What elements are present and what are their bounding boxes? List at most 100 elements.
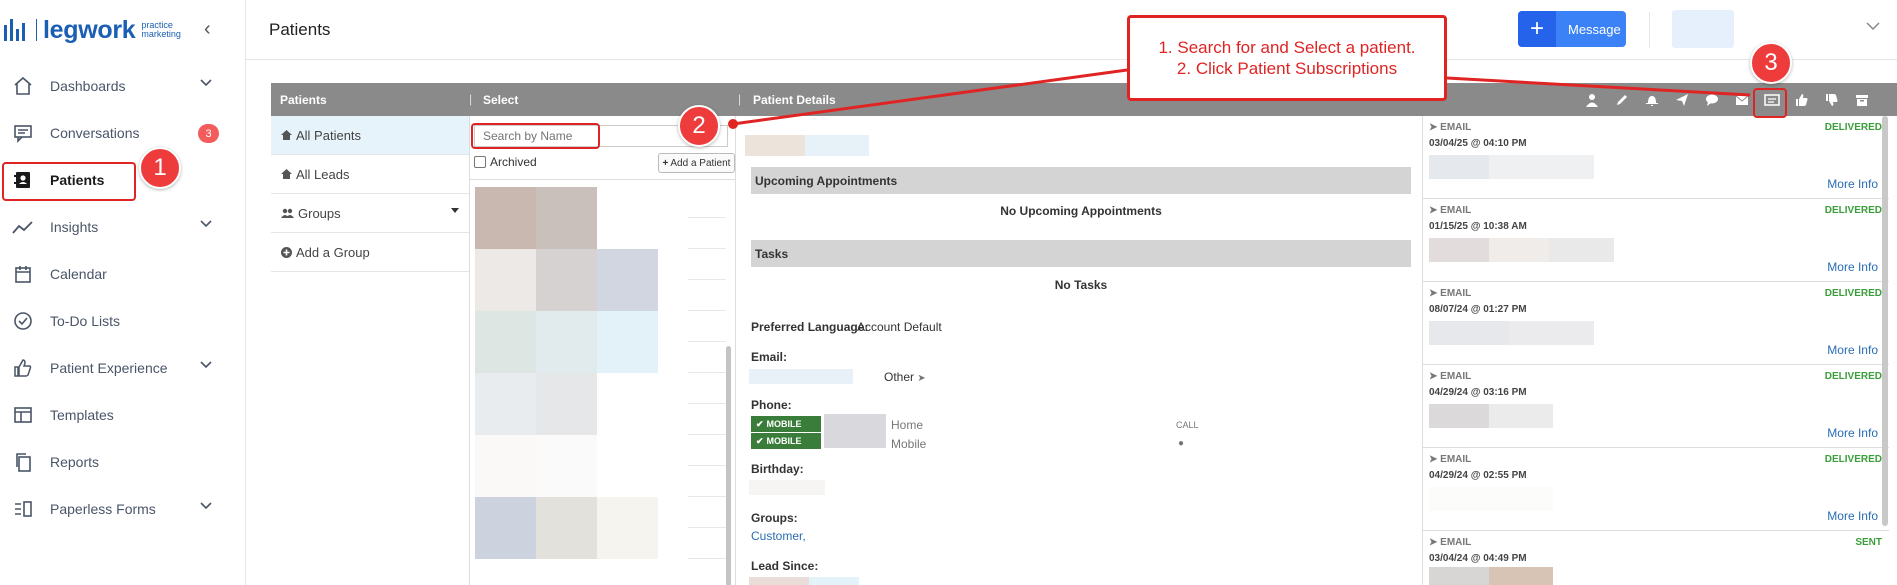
mobile-tag-label: MOBILE	[766, 436, 802, 446]
archived-filter[interactable]: Archived	[474, 155, 537, 169]
envelope-icon[interactable]	[1731, 91, 1753, 109]
sidebar-item-todo-lists[interactable]: To-Do Lists	[0, 297, 246, 344]
lead-since-redacted	[749, 577, 859, 585]
status-badge: DELIVERED	[1824, 205, 1882, 216]
header-pipe: |	[738, 92, 742, 106]
sidebar-item-label: Insights	[50, 218, 99, 235]
archived-checkbox[interactable]	[474, 156, 486, 168]
email-type: ➤ EMAIL	[1429, 454, 1472, 465]
filter-groups[interactable]: Groups	[271, 194, 469, 233]
sidebar-item-templates[interactable]: Templates	[0, 391, 246, 438]
calendar-icon	[12, 263, 34, 285]
email-type: ➤ EMAIL	[1429, 371, 1472, 382]
status-badge: DELIVERED	[1824, 454, 1882, 465]
thumbs-up-icon[interactable]	[1791, 91, 1813, 109]
timestamp: 08/07/24 @ 01:27 PM	[1429, 304, 1527, 315]
chat-icon	[12, 122, 34, 144]
logo-wordmark: legwork	[43, 15, 136, 44]
add-patient-button[interactable]: + Add a Patient	[658, 153, 735, 173]
email-type[interactable]: Other ➤	[884, 370, 926, 384]
sidebar-item-label: Calendar	[50, 265, 107, 282]
sidebar-item-paperless-forms[interactable]: Paperless Forms	[0, 485, 246, 532]
home-icon	[12, 75, 34, 97]
pencil-icon[interactable]	[1611, 91, 1633, 109]
list-item: ➤ EMAIL SENT 03/04/24 @ 04:49 PM	[1423, 531, 1889, 585]
sms-comment-icon[interactable]: ●	[1178, 438, 1184, 449]
timestamp: 04/29/24 @ 03:16 PM	[1429, 387, 1527, 398]
sidebar-item-label: Paperless Forms	[50, 500, 156, 517]
annotation-marker-1: 1	[139, 147, 181, 189]
instruction-callout: 1. Search for and Select a patient. 2. C…	[1127, 15, 1447, 101]
filter-all-leads[interactable]: All Leads	[271, 155, 469, 194]
filter-all-patients[interactable]: All Patients	[271, 116, 469, 155]
logo-divider	[36, 19, 37, 41]
timestamp: 01/15/25 @ 10:38 AM	[1429, 221, 1527, 232]
list-item[interactable]	[475, 311, 691, 373]
email-type-label: EMAIL	[1440, 288, 1472, 299]
sidebar-item-conversations[interactable]: Conversations 3	[0, 109, 246, 156]
sidebar-item-calendar[interactable]: Calendar	[0, 250, 246, 297]
patient-select-column: Archived + Add a Patient	[470, 116, 736, 585]
status-badge: DELIVERED	[1824, 371, 1882, 382]
no-tasks-text: No Tasks	[1054, 278, 1108, 292]
legwork-logo[interactable]: legwork practice marketing	[4, 12, 181, 48]
list-item: ➤ EMAIL DELIVERED 01/15/25 @ 10:38 AM Mo…	[1423, 199, 1889, 282]
unread-count-badge: 3	[198, 124, 219, 143]
tasks-heading: Tasks	[751, 240, 1411, 267]
annotation-marker-2: 2	[678, 105, 720, 147]
list-item[interactable]	[475, 187, 691, 249]
log-scrollbar[interactable]	[1882, 116, 1888, 526]
annotation-highlight-patients	[2, 162, 136, 201]
subject-redacted	[1429, 155, 1594, 179]
list-item[interactable]	[475, 497, 691, 559]
send-icon[interactable]	[1671, 91, 1693, 109]
sidebar-item-label: Reports	[50, 453, 100, 470]
more-info-link[interactable]: More Info	[1827, 260, 1878, 274]
more-info-link[interactable]: More Info	[1827, 177, 1878, 191]
plus-circle-icon	[281, 246, 292, 258]
more-info-link[interactable]: More Info	[1827, 343, 1878, 357]
callout-line-1: 1. Search for and Select a patient.	[1158, 38, 1416, 57]
list-item: ➤ EMAIL DELIVERED 03/04/25 @ 04:10 PM Mo…	[1423, 116, 1889, 199]
sidebar-item-dashboards[interactable]: Dashboards	[0, 62, 246, 109]
sidebar-item-patient-experience[interactable]: Patient Experience	[0, 344, 246, 391]
home-icon	[281, 169, 292, 179]
list-scrollbar[interactable]	[726, 346, 731, 585]
upcoming-appointments-heading: Upcoming Appointments	[751, 167, 1411, 194]
bell-icon[interactable]	[1641, 91, 1663, 109]
sidebar-item-insights[interactable]: Insights	[0, 203, 246, 250]
subject-redacted	[1429, 238, 1614, 262]
email-type: ➤ EMAIL	[1429, 288, 1472, 299]
chevron-down-icon[interactable]	[1866, 22, 1880, 31]
send-icon[interactable]: ➤	[917, 373, 925, 384]
list-item: ➤ EMAIL DELIVERED 04/29/24 @ 02:55 PM Mo…	[1423, 448, 1889, 531]
message-button[interactable]: + Message	[1518, 11, 1626, 47]
comment-icon[interactable]	[1701, 91, 1723, 109]
collapse-sidebar-icon[interactable]: ‹	[204, 18, 220, 40]
more-info-link[interactable]: More Info	[1827, 509, 1878, 523]
check-icon: ✔	[756, 435, 764, 446]
list-item[interactable]	[475, 249, 691, 311]
sidebar-item-reports[interactable]: Reports	[0, 438, 246, 485]
list-item[interactable]	[475, 435, 691, 497]
more-info-link[interactable]: More Info	[1827, 426, 1878, 440]
thumbs-down-icon[interactable]	[1821, 91, 1843, 109]
header-divider	[1649, 12, 1650, 48]
caret-down-icon[interactable]	[451, 208, 459, 213]
list-item[interactable]	[475, 373, 691, 435]
filter-add-group[interactable]: Add a Group	[271, 233, 469, 272]
birthday-redacted	[749, 480, 825, 495]
email-type: ➤ EMAIL	[1429, 205, 1472, 216]
group-customer-link[interactable]: Customer,	[751, 529, 806, 543]
archive-icon[interactable]	[1851, 91, 1873, 109]
annotation-highlight-subscriptions	[1753, 88, 1787, 118]
account-avatar[interactable]	[1672, 10, 1734, 48]
phone-home-label: Home	[891, 418, 924, 432]
user-icon[interactable]	[1581, 91, 1603, 109]
chevron-down-icon	[200, 220, 212, 228]
add-patient-label: Add a Patient	[670, 157, 731, 169]
email-type-label: EMAIL	[1440, 454, 1472, 465]
chevron-down-icon	[200, 79, 212, 87]
status-badge: DELIVERED	[1824, 288, 1882, 299]
call-link[interactable]: CALL	[1176, 420, 1199, 430]
